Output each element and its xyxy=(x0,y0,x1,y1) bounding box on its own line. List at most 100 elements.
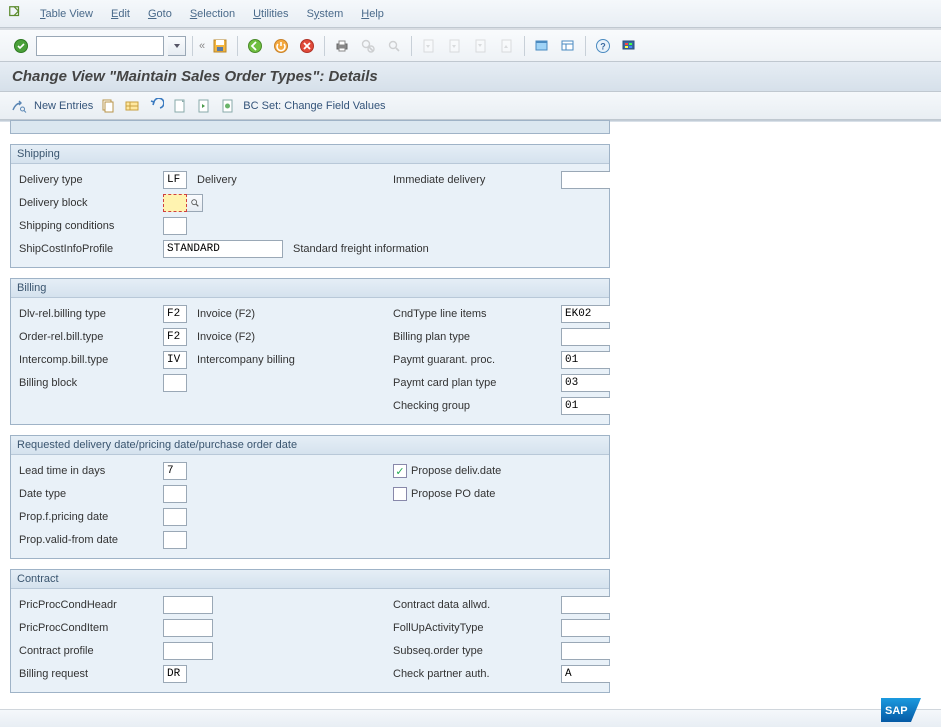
ppi-field[interactable] xyxy=(163,619,213,637)
pph-label: PricProcCondHeadr xyxy=(13,599,163,611)
menu-help[interactable]: HelpHelp xyxy=(361,8,384,20)
help-icon[interactable]: ? xyxy=(592,35,614,57)
copy-as-icon[interactable] xyxy=(99,97,117,115)
checkpartner-field[interactable] xyxy=(561,665,610,683)
menu-selection[interactable]: SelectionSelection xyxy=(190,8,235,20)
billing-block-field[interactable] xyxy=(163,374,187,392)
f4-search-icon[interactable] xyxy=(187,194,203,212)
enter-icon[interactable] xyxy=(10,35,32,57)
delivery-block-field[interactable] xyxy=(163,194,187,212)
select-page-icon[interactable] xyxy=(171,97,189,115)
contract-data-label: Contract data allwd. xyxy=(393,599,561,611)
command-dropdown[interactable] xyxy=(168,36,186,56)
contract-data-field[interactable] xyxy=(561,596,610,614)
menu-edit[interactable]: EditEdit xyxy=(111,8,130,20)
page-title: Change View "Maintain Sales Order Types"… xyxy=(12,68,378,85)
last-page-icon xyxy=(496,35,518,57)
back-icon[interactable] xyxy=(244,35,266,57)
panel-dates: Requested delivery date/pricing date/pur… xyxy=(10,435,610,559)
menu-goto[interactable]: GotoGoto xyxy=(148,8,172,20)
delimit-icon[interactable] xyxy=(123,97,141,115)
dlv-rel-field[interactable] xyxy=(163,305,187,323)
new-session-icon[interactable] xyxy=(531,35,553,57)
paymt-guar-field[interactable] xyxy=(561,351,610,369)
prop-valid-field[interactable] xyxy=(163,531,187,549)
order-rel-desc: Invoice (F2) xyxy=(187,331,255,343)
toggle-view-icon[interactable] xyxy=(10,97,28,115)
menu-utilities[interactable]: UtilitiesUtilities xyxy=(253,8,288,20)
sap-logo: SAP xyxy=(881,698,929,725)
propose-po-checkbox[interactable] xyxy=(393,487,407,501)
first-page-icon xyxy=(418,35,440,57)
billing-block-label: Billing block xyxy=(13,377,163,389)
panel-shipping: Shipping Delivery type Delivery Immediat… xyxy=(10,144,610,268)
subseq-label: Subseq.order type xyxy=(393,645,561,657)
date-type-label: Date type xyxy=(13,488,163,500)
titlebar: Change View "Maintain Sales Order Types"… xyxy=(0,62,941,92)
paymt-card-field[interactable] xyxy=(561,374,610,392)
intercomp-desc: Intercompany billing xyxy=(187,354,295,366)
menu-table-view[interactable]: TTable Viewable View xyxy=(40,8,93,20)
date-type-field[interactable] xyxy=(163,485,187,503)
shipping-cond-label: Shipping conditions xyxy=(13,220,163,232)
cancel-icon[interactable] xyxy=(296,35,318,57)
status-bar xyxy=(0,709,941,727)
pph-field[interactable] xyxy=(163,596,213,614)
prev-entry-icon[interactable] xyxy=(219,97,237,115)
save-icon[interactable] xyxy=(209,35,231,57)
delivery-type-field[interactable] xyxy=(163,171,187,189)
dlv-rel-label: Dlv-rel.billing type xyxy=(13,308,163,320)
billplan-field[interactable] xyxy=(561,328,610,346)
svg-text:SAP: SAP xyxy=(885,705,908,717)
contract-profile-label: Contract profile xyxy=(13,645,163,657)
prop-pricing-label: Prop.f.pricing date xyxy=(13,511,163,523)
delivery-type-label: Delivery type xyxy=(13,174,163,186)
checking-group-label: Checking group xyxy=(393,400,561,412)
subseq-field[interactable] xyxy=(561,642,610,660)
menu-command-icon[interactable] xyxy=(8,5,22,22)
new-entries-button[interactable]: New Entries xyxy=(34,100,93,112)
panel-header-billing: Billing xyxy=(11,279,609,298)
cndtype-field[interactable] xyxy=(561,305,610,323)
billreq-label: Billing request xyxy=(13,668,163,680)
find-next-icon xyxy=(383,35,405,57)
layout-icon[interactable] xyxy=(557,35,579,57)
print-icon[interactable] xyxy=(331,35,353,57)
panel-header-shipping: Shipping xyxy=(11,145,609,164)
bc-set-button[interactable]: BC Set: Change Field Values xyxy=(243,100,385,112)
billreq-field[interactable] xyxy=(163,665,187,683)
shipcost-field[interactable] xyxy=(163,240,283,258)
order-rel-label: Order-rel.bill.type xyxy=(13,331,163,343)
menu-system[interactable]: SystemSystem xyxy=(307,8,344,20)
intercomp-field[interactable] xyxy=(163,351,187,369)
lead-time-field[interactable] xyxy=(163,462,187,480)
billplan-label: Billing plan type xyxy=(393,331,561,343)
local-layout-icon[interactable] xyxy=(618,35,640,57)
menubar: TTable Viewable View EditEdit GotoGoto S… xyxy=(0,0,941,28)
contract-profile-field[interactable] xyxy=(163,642,213,660)
checking-group-field[interactable] xyxy=(561,397,610,415)
panel-contract: Contract PricProcCondHeadr Contract data… xyxy=(10,569,610,693)
dlv-rel-desc: Invoice (F2) xyxy=(187,308,255,320)
propose-po-label: Propose PO date xyxy=(411,488,495,500)
content-area: Shipping Delivery type Delivery Immediat… xyxy=(10,120,610,709)
undo-icon[interactable] xyxy=(147,97,165,115)
ppi-label: PricProcCondItem xyxy=(13,622,163,634)
find-icon xyxy=(357,35,379,57)
prop-pricing-field[interactable] xyxy=(163,508,187,526)
follup-field[interactable] xyxy=(561,619,610,637)
app-toolbar: New Entries BC Set: Change Field Values xyxy=(0,92,941,120)
shipcost-desc: Standard freight information xyxy=(283,243,429,255)
order-rel-field[interactable] xyxy=(163,328,187,346)
next-entry-icon[interactable] xyxy=(195,97,213,115)
panel-billing: Billing Dlv-rel.billing type Invoice (F2… xyxy=(10,278,610,425)
shipcost-label: ShipCostInfoProfile xyxy=(13,243,163,255)
command-field[interactable] xyxy=(36,36,164,56)
immediate-delivery-field[interactable] xyxy=(561,171,610,189)
exit-icon[interactable] xyxy=(270,35,292,57)
history-back-icon: « xyxy=(199,40,205,52)
propose-deliv-checkbox[interactable] xyxy=(393,464,407,478)
shipping-cond-field[interactable] xyxy=(163,217,187,235)
panel-header-contract: Contract xyxy=(11,570,609,589)
prev-page-icon xyxy=(444,35,466,57)
